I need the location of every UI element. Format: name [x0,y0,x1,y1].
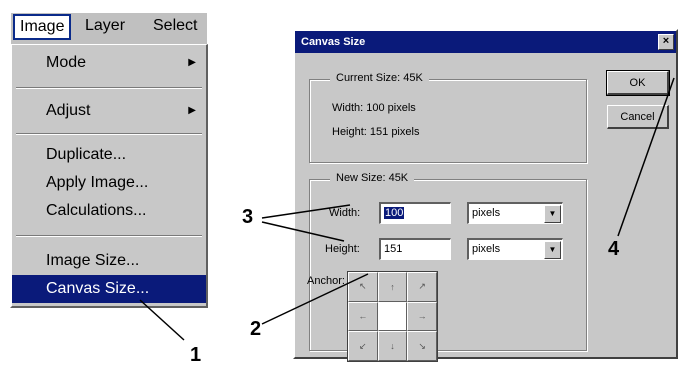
callout-2: 2 [250,318,262,340]
callout-4: 4 [608,238,620,260]
callout-1: 1 [190,344,202,366]
callout-3: 3 [242,206,254,228]
callout-lines [139,77,675,341]
